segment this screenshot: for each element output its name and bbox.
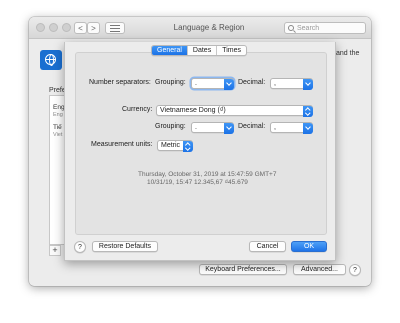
chevron-updown-icon [302, 105, 313, 117]
minimize-window-button[interactable] [49, 23, 58, 32]
chevron-updown-icon [182, 140, 193, 152]
currency-grouping-popup[interactable]: . [191, 122, 234, 134]
currency-label: Currency: [122, 106, 153, 113]
chevron-down-icon [302, 78, 313, 90]
grouping-value: . [195, 80, 197, 87]
currency-grouping-label: Grouping: [155, 123, 186, 130]
tab-panel: Number separators: Grouping: . Decimal: … [75, 52, 327, 235]
currency-decimal-value: , [274, 124, 276, 131]
show-all-grid-button[interactable] [105, 22, 125, 34]
search-field[interactable]: Search [284, 22, 366, 34]
grouping-popup[interactable]: . [191, 78, 234, 90]
currency-popup[interactable]: Vietnamese Dong (₫) [156, 105, 313, 117]
help-button[interactable]: ? [349, 264, 361, 276]
currency-grouping-value: . [195, 124, 197, 131]
list-item-sub: Eng [53, 112, 63, 118]
grouping-label: Grouping: [155, 79, 186, 86]
sample-format-text: 10/31/19, 15:47 12.345,67 ₫45.679 [147, 179, 248, 186]
tab-general[interactable]: General [152, 46, 187, 55]
back-button[interactable]: < [74, 22, 87, 34]
advanced-sheet: Number separators: Grouping: . Decimal: … [64, 42, 336, 261]
tab-bar: General Dates Times [151, 45, 247, 56]
grid-icon [110, 25, 120, 32]
decimal-label: Decimal: [238, 79, 266, 86]
tab-times[interactable]: Times [216, 46, 246, 55]
number-separators-label: Number separators: [89, 79, 151, 86]
tab-dates[interactable]: Dates [186, 46, 216, 55]
measurement-units-popup[interactable]: Metric [157, 140, 193, 152]
list-item-sub: Viet [53, 132, 63, 138]
forward-button[interactable]: > [87, 22, 100, 34]
chevron-down-icon [302, 122, 313, 134]
measurement-value: Metric [161, 142, 181, 149]
search-icon [288, 25, 294, 31]
decimal-popup[interactable]: , [270, 78, 313, 90]
description-text: and the [336, 50, 360, 57]
window-title: Language & Region [173, 23, 245, 32]
title-bar: < > Language & Region Search [29, 17, 371, 39]
chevron-down-icon [223, 78, 234, 90]
advanced-button[interactable]: Advanced... [293, 264, 346, 275]
sample-date-text: Thursday, October 31, 2019 at 15:47:59 G… [138, 171, 277, 178]
add-language-button[interactable]: + [49, 245, 61, 256]
zoom-window-button[interactable] [62, 23, 71, 32]
help-button[interactable]: ? [74, 241, 86, 253]
ok-button[interactable]: OK [291, 241, 327, 252]
list-item-label[interactable]: Tiế [53, 124, 62, 131]
keyboard-preferences-button[interactable]: Keyboard Preferences... [199, 264, 287, 275]
list-item-label[interactable]: Eng [53, 104, 65, 111]
decimal-value: , [274, 80, 276, 87]
currency-value: Vietnamese Dong (₫) [160, 107, 226, 114]
currency-decimal-label: Decimal: [238, 123, 266, 130]
language-region-icon [40, 50, 62, 70]
close-window-button[interactable] [36, 23, 45, 32]
restore-defaults-button[interactable]: Restore Defaults [92, 241, 158, 252]
measurement-units-label: Measurement units: [91, 141, 153, 148]
chevron-down-icon [223, 122, 234, 134]
search-placeholder: Search [297, 25, 320, 32]
currency-decimal-popup[interactable]: , [270, 122, 313, 134]
cancel-button[interactable]: Cancel [249, 241, 286, 252]
